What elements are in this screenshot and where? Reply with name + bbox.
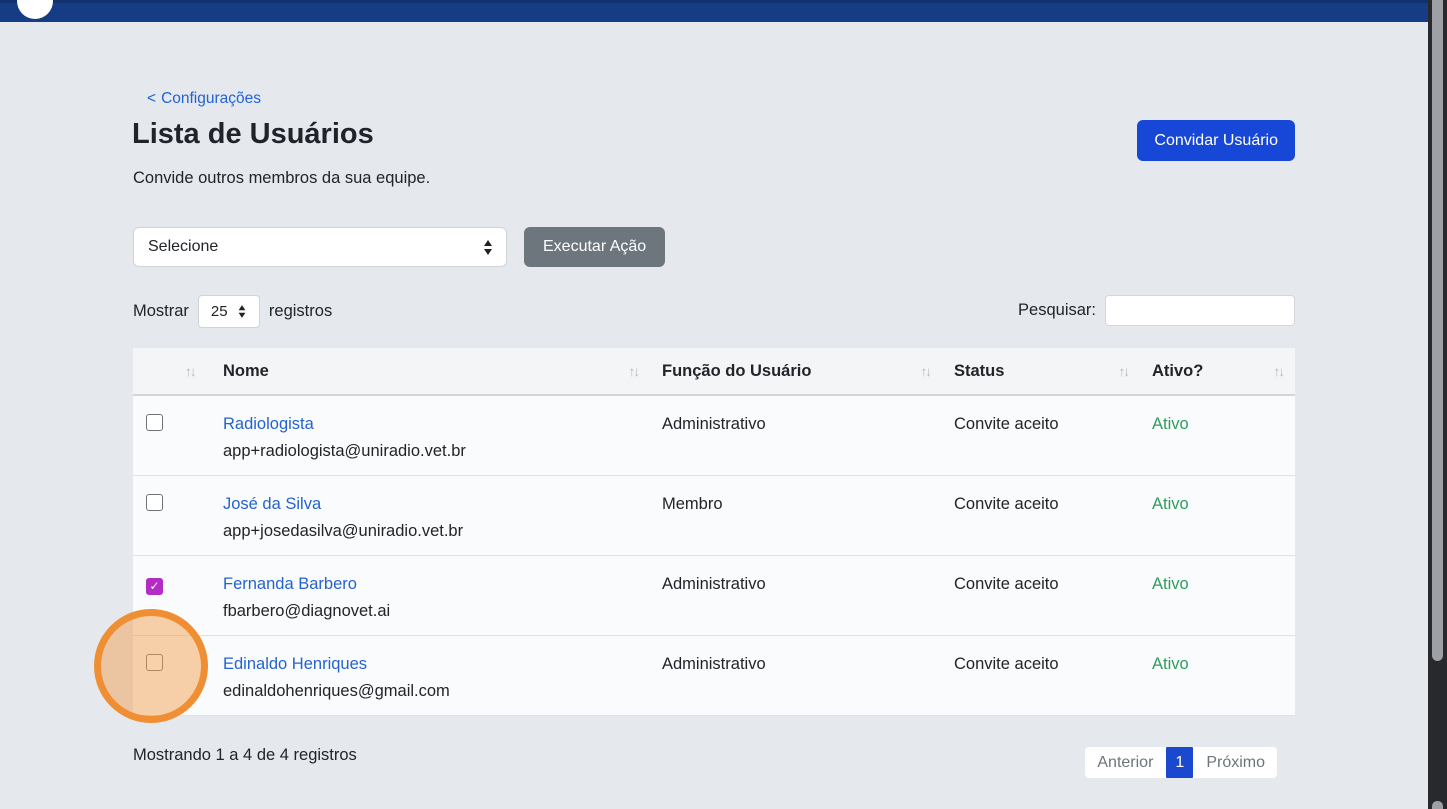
column-label: Status	[954, 362, 1004, 381]
column-label: Função do Usuário	[662, 362, 811, 381]
column-header-select[interactable]: ↑↓	[133, 364, 223, 379]
pagination: Anterior 1 Próximo	[1085, 747, 1277, 778]
select-arrows-icon	[238, 305, 245, 318]
user-role: Administrativo	[662, 636, 954, 715]
search-label: Pesquisar:	[1018, 301, 1096, 320]
pagination-page-1[interactable]: 1	[1166, 747, 1193, 778]
user-name-link[interactable]: Fernanda Barbero	[223, 573, 357, 595]
row-checkbox[interactable]: ✓	[146, 654, 163, 671]
column-header-status[interactable]: Status ↑↓	[954, 362, 1152, 381]
user-name-link[interactable]: Edinaldo Henriques	[223, 653, 367, 675]
sort-icon[interactable]: ↑↓	[1274, 364, 1284, 379]
column-header-funcao[interactable]: Função do Usuário ↑↓	[662, 362, 954, 381]
table-header-row: ↑↓ Nome ↑↓ Função do Usuário ↑↓ Status ↑…	[133, 348, 1295, 396]
user-role: Administrativo	[662, 556, 954, 635]
table-row[interactable]: ✓ Radiologista app+radiologista@uniradio…	[133, 396, 1295, 476]
row-checkbox[interactable]: ✓	[146, 578, 163, 595]
user-role: Administrativo	[662, 396, 954, 475]
page-subtitle: Convide outros membros da sua equipe.	[133, 169, 430, 188]
sort-icon[interactable]: ↑↓	[185, 364, 195, 379]
user-active: Ativo	[1152, 636, 1295, 715]
table-row[interactable]: ✓ Edinaldo Henriques edinaldohenriques@g…	[133, 636, 1295, 716]
user-status: Convite aceito	[954, 476, 1152, 555]
table-body: ✓ Radiologista app+radiologista@uniradio…	[133, 396, 1295, 716]
search-input[interactable]	[1105, 295, 1295, 326]
page-title: Lista de Usuários	[132, 118, 374, 151]
page-length-select[interactable]: 25	[198, 295, 260, 328]
breadcrumb-back-link[interactable]: < Configurações	[147, 90, 261, 108]
row-checkbox[interactable]: ✓	[146, 414, 163, 431]
scrollbar-track[interactable]	[1428, 0, 1447, 809]
pagination-previous[interactable]: Anterior	[1092, 747, 1158, 778]
user-active: Ativo	[1152, 556, 1295, 635]
check-icon: ✓	[149, 580, 159, 592]
column-header-ativo[interactable]: Ativo? ↑↓	[1152, 362, 1295, 381]
page-length-value: 25	[211, 303, 228, 320]
page: < Configurações Lista de Usuários Convide…	[0, 0, 1447, 809]
user-email: app+radiologista@uniradio.vet.br	[223, 440, 662, 462]
length-label-suffix: registros	[269, 302, 332, 321]
user-status: Convite aceito	[954, 556, 1152, 635]
user-active: Ativo	[1152, 396, 1295, 475]
user-email: app+josedasilva@uniradio.vet.br	[223, 520, 662, 542]
breadcrumb-label: Configurações	[161, 90, 261, 107]
execute-action-button[interactable]: Executar Ação	[524, 227, 665, 267]
select-arrows-icon	[484, 240, 492, 255]
table-row[interactable]: ✓ Fernanda Barbero fbarbero@diagnovet.ai…	[133, 556, 1295, 636]
row-checkbox[interactable]: ✓	[146, 494, 163, 511]
avatar[interactable]	[17, 0, 53, 19]
scrollbar-thumb-bottom[interactable]	[1432, 801, 1443, 809]
user-active: Ativo	[1152, 476, 1295, 555]
column-label: Nome	[223, 362, 269, 381]
sort-icon[interactable]: ↑↓	[1119, 364, 1129, 379]
action-select-value: Selecione	[148, 238, 484, 256]
user-status: Convite aceito	[954, 396, 1152, 475]
pagination-next[interactable]: Próximo	[1201, 747, 1270, 778]
table-row[interactable]: ✓ José da Silva app+josedasilva@uniradio…	[133, 476, 1295, 556]
length-label-prefix: Mostrar	[133, 302, 189, 321]
user-name-link[interactable]: José da Silva	[223, 493, 321, 515]
sort-icon[interactable]: ↑↓	[921, 364, 931, 379]
user-email: fbarbero@diagnovet.ai	[223, 600, 662, 622]
action-select[interactable]: Selecione	[133, 227, 507, 267]
user-status: Convite aceito	[954, 636, 1152, 715]
sort-icon[interactable]: ↑↓	[629, 364, 639, 379]
user-email: edinaldohenriques@gmail.com	[223, 680, 662, 702]
column-header-nome[interactable]: Nome ↑↓	[223, 362, 662, 381]
top-navbar	[0, 0, 1428, 22]
scrollbar-thumb[interactable]	[1432, 0, 1443, 661]
column-label: Ativo?	[1152, 362, 1203, 381]
invite-user-button[interactable]: Convidar Usuário	[1137, 120, 1295, 161]
user-name-link[interactable]: Radiologista	[223, 413, 314, 435]
chevron-left-icon: <	[147, 90, 156, 107]
user-role: Membro	[662, 476, 954, 555]
users-table: ↑↓ Nome ↑↓ Função do Usuário ↑↓ Status ↑…	[133, 348, 1295, 716]
table-info: Mostrando 1 a 4 de 4 registros	[133, 746, 357, 765]
